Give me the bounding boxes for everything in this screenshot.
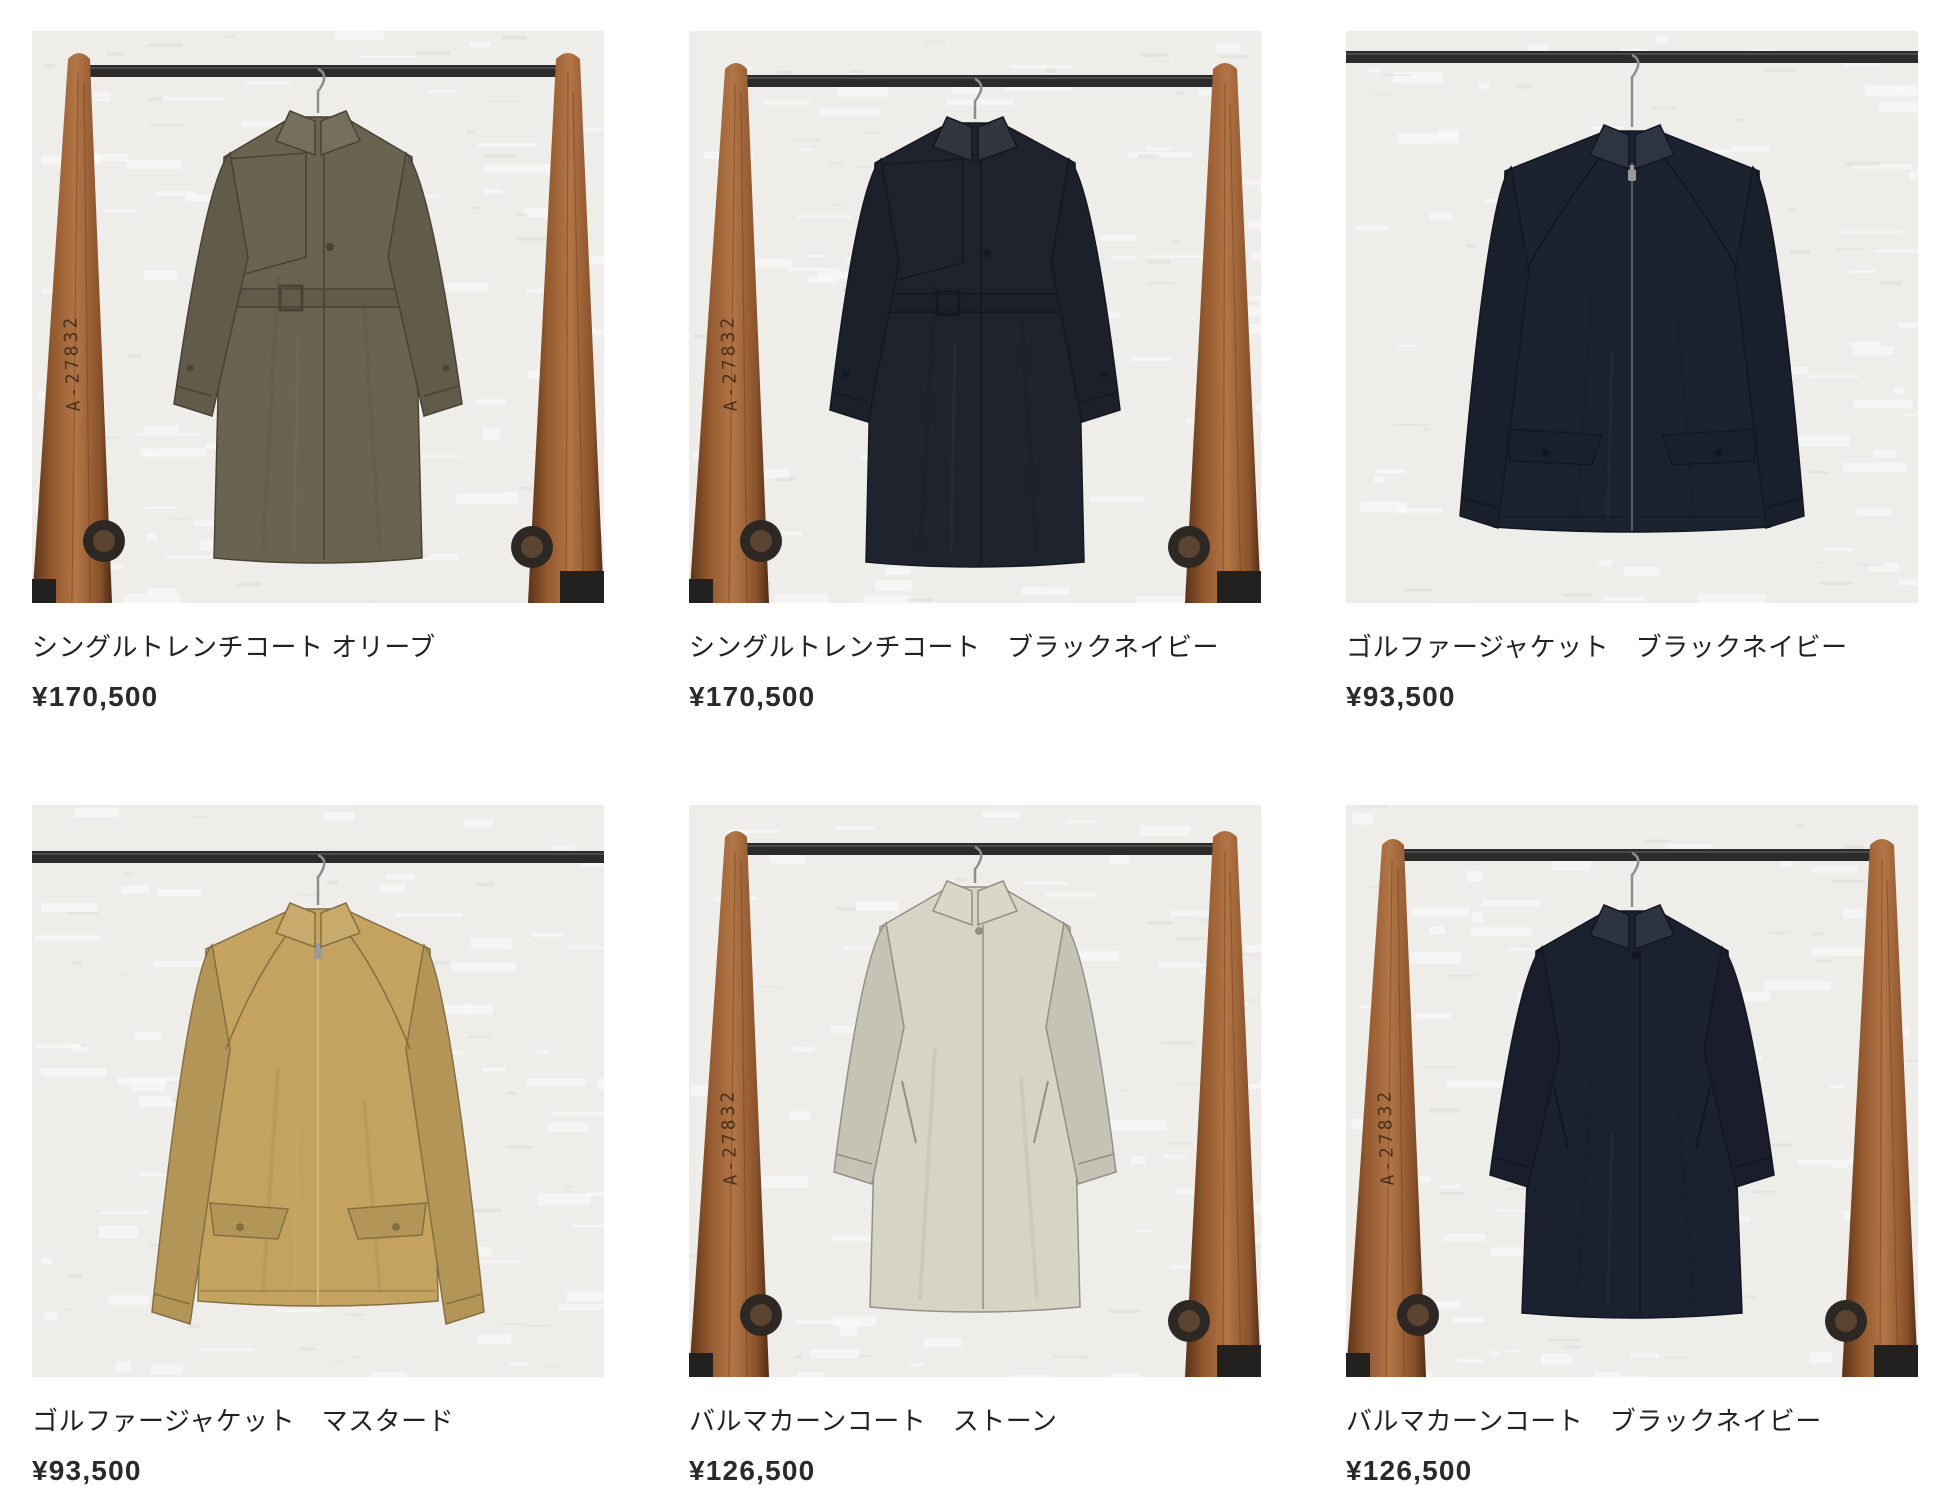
product-price: ¥93,500	[1346, 681, 1456, 712]
rack-foot	[689, 579, 713, 603]
product-price: ¥170,500	[689, 681, 816, 712]
garment-body	[869, 886, 1081, 1313]
garment	[829, 116, 1121, 568]
rack-foot	[560, 571, 604, 603]
product-card[interactable]: A-27832 バルマカーンコート ストーン ¥126,500	[689, 805, 1261, 1487]
belt	[217, 288, 419, 308]
product-card[interactable]: A-27832 バルマカーンコート ブラックネイビー ¥126,500	[1346, 805, 1918, 1487]
product-image[interactable]	[1346, 31, 1918, 603]
product-photo: A-27832	[689, 31, 1261, 603]
garment	[833, 880, 1117, 1313]
product-card[interactable]: ゴルファージャケット マスタード ¥93,500	[32, 805, 604, 1487]
garment	[1459, 124, 1805, 533]
clothing-rack	[32, 851, 604, 863]
pocket-flap	[346, 1202, 427, 1240]
product-name[interactable]: シングルトレンチコート ブラックネイビー	[689, 631, 1261, 663]
product-image[interactable]: A-27832	[32, 31, 604, 603]
product-image[interactable]	[32, 805, 604, 1377]
product-name[interactable]: ゴルファージャケット マスタード	[32, 1405, 604, 1437]
garment	[173, 110, 463, 564]
rack-foot	[1874, 1345, 1918, 1377]
garment	[1489, 904, 1775, 1319]
rack-foot	[689, 1353, 713, 1377]
product-card[interactable]: A-27832 シングルトレンチコート オリーブ ¥170,500	[32, 31, 604, 713]
product-photo	[1346, 31, 1918, 603]
pocket-flap	[209, 1202, 290, 1240]
product-photo: A-27832	[1346, 805, 1918, 1377]
pocket-flap	[1660, 428, 1759, 466]
product-image[interactable]: A-27832	[1346, 805, 1918, 1377]
product-name[interactable]: バルマカーンコート ストーン	[689, 1405, 1261, 1437]
product-name[interactable]: シングルトレンチコート オリーブ	[32, 631, 604, 663]
rail	[1346, 51, 1918, 63]
rack-marking: A-27832	[717, 1088, 741, 1186]
product-image[interactable]: A-27832	[689, 31, 1261, 603]
garment	[151, 902, 485, 1325]
belt	[869, 293, 1081, 313]
product-photo	[32, 805, 604, 1377]
rack-foot	[1217, 571, 1261, 603]
product-price: ¥126,500	[689, 1455, 816, 1486]
product-card[interactable]: A-27832 シングルトレンチコート ブラックネイビー ¥170,500	[689, 31, 1261, 713]
garment-body	[1521, 910, 1743, 1319]
rack-foot	[1217, 1345, 1261, 1377]
product-name[interactable]: バルマカーンコート ブラックネイビー	[1346, 1405, 1918, 1437]
product-photo: A-27832	[689, 805, 1261, 1377]
product-price: ¥93,500	[32, 1455, 142, 1486]
rack-marking: A-27832	[717, 314, 741, 412]
product-price: ¥126,500	[1346, 1455, 1473, 1486]
product-card[interactable]: ゴルファージャケット ブラックネイビー ¥93,500	[1346, 31, 1918, 713]
rack-foot	[32, 579, 56, 603]
product-image[interactable]: A-27832	[689, 805, 1261, 1377]
rack-marking: A-27832	[1374, 1088, 1398, 1186]
product-name[interactable]: ゴルファージャケット ブラックネイビー	[1346, 631, 1918, 663]
rack-marking: A-27832	[60, 314, 84, 412]
clothing-rack	[1346, 51, 1918, 63]
product-photo: A-27832	[32, 31, 604, 603]
product-price: ¥170,500	[32, 681, 159, 712]
rail	[32, 851, 604, 863]
rack-foot	[1346, 1353, 1370, 1377]
pocket-flap	[1505, 428, 1604, 466]
